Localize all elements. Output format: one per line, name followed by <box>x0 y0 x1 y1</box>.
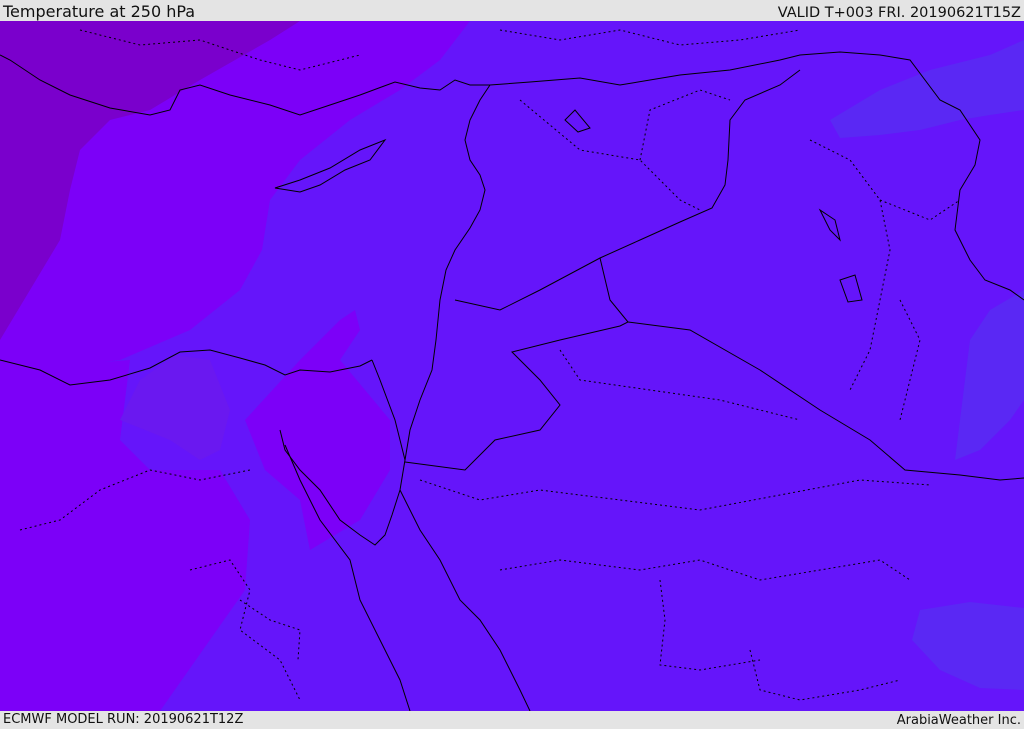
valid-time-label: VALID T+003 FRI. 20190621T15Z <box>777 5 1021 21</box>
credit-label: ArabiaWeather Inc. <box>896 713 1021 728</box>
weather-map-frame: Temperature at 250 hPa VALID T+003 FRI. … <box>0 0 1024 729</box>
temperature-map[interactable] <box>0 21 1024 711</box>
model-run-label: ECMWF MODEL RUN: 20190621T12Z <box>3 712 244 727</box>
map-title: Temperature at 250 hPa <box>3 2 196 21</box>
map-canvas <box>0 21 1024 711</box>
